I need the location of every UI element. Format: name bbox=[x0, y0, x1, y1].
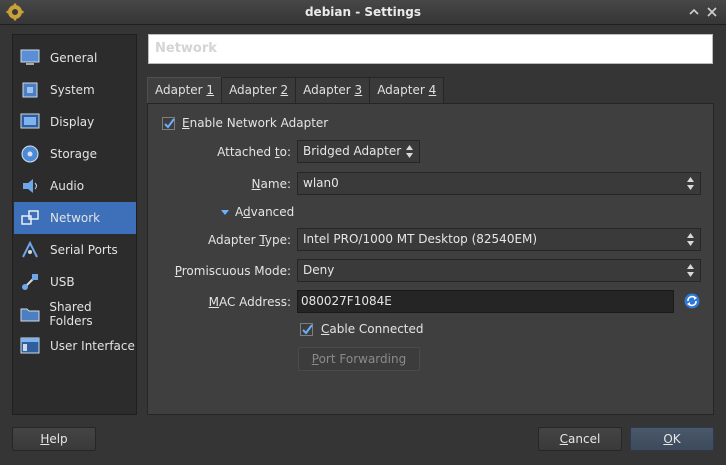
spin-arrows-icon bbox=[406, 145, 413, 158]
name-select[interactable]: wlan0 bbox=[297, 172, 701, 195]
checkmark-icon bbox=[302, 324, 313, 335]
advanced-label: Advanced bbox=[235, 205, 295, 219]
attached-to-select[interactable]: Bridged Adapter bbox=[297, 140, 420, 163]
tab-adapter-1[interactable]: Adapter 1 bbox=[147, 77, 223, 104]
name-label: Name: bbox=[251, 177, 291, 191]
sidebar-item-general[interactable]: General bbox=[14, 42, 136, 74]
sidebar-item-label: Network bbox=[50, 211, 101, 225]
sidebar-item-label: General bbox=[50, 51, 98, 65]
sidebar-item-label: Display bbox=[50, 115, 95, 129]
sidebar-item-serial-ports[interactable]: Serial Ports bbox=[14, 234, 136, 266]
sidebar-item-system[interactable]: System bbox=[14, 74, 136, 106]
help-button[interactable]: Help bbox=[12, 427, 96, 451]
tab-label: Adapter bbox=[229, 83, 281, 97]
window-title: debian - Settings bbox=[304, 5, 422, 19]
spin-arrows-icon bbox=[687, 177, 694, 190]
chevron-up-icon[interactable] bbox=[686, 4, 702, 20]
tab-label: Adapter bbox=[377, 83, 429, 97]
enable-adapter-label[interactable]: Enable Network Adapter bbox=[182, 116, 328, 130]
adapter-tabs: Adapter 1 Adapter 2 Adapter 3 Adapter 4 bbox=[147, 77, 445, 104]
tab-label-key: 3 bbox=[354, 83, 363, 97]
attached-to-value: Bridged Adapter bbox=[303, 144, 402, 158]
spin-arrows-icon bbox=[687, 233, 694, 246]
folder-icon bbox=[19, 303, 40, 325]
sidebar-item-label: USB bbox=[50, 275, 75, 289]
monitor-icon bbox=[19, 47, 41, 69]
sidebar-item-usb[interactable]: USB bbox=[14, 266, 136, 298]
tab-label-key: 1 bbox=[206, 83, 215, 97]
page-title: Network bbox=[148, 34, 713, 64]
attached-to-label: Attached to: bbox=[217, 145, 291, 159]
speaker-icon bbox=[19, 175, 41, 197]
sidebar-item-display[interactable]: Display bbox=[14, 106, 136, 138]
promiscuous-mode-select[interactable]: Deny bbox=[297, 259, 701, 282]
tab-label: Adapter bbox=[303, 83, 355, 97]
checkmark-icon bbox=[164, 118, 175, 129]
sidebar-item-label: Shared Folders bbox=[49, 300, 93, 328]
cancel-button[interactable]: Cancel bbox=[538, 427, 622, 451]
sidebar: General System Display Storage Audio Net… bbox=[12, 34, 137, 415]
sidebar-item-storage[interactable]: Storage bbox=[14, 138, 136, 170]
adapter-type-select[interactable]: Intel PRO/1000 MT Desktop (82540EM) bbox=[297, 228, 701, 251]
refresh-icon[interactable] bbox=[684, 293, 700, 309]
triangle-down-icon bbox=[221, 209, 229, 215]
sidebar-item-label: System bbox=[50, 83, 95, 97]
dialog-body: General System Display Storage Audio Net… bbox=[0, 25, 726, 465]
tab-label-key: 2 bbox=[280, 83, 289, 97]
adapter-type-label: Adapter Type: bbox=[207, 233, 291, 247]
display-icon bbox=[19, 111, 41, 133]
ok-button[interactable]: OK bbox=[630, 427, 714, 451]
sidebar-item-label: Serial Ports bbox=[50, 243, 118, 257]
close-icon[interactable] bbox=[704, 4, 720, 20]
adapter-type-value: Intel PRO/1000 MT Desktop (82540EM) bbox=[303, 232, 538, 246]
promiscuous-mode-value: Deny bbox=[303, 263, 335, 277]
tab-adapter-2[interactable]: Adapter 2 bbox=[221, 77, 297, 103]
spin-arrows-icon bbox=[687, 264, 694, 277]
name-value: wlan0 bbox=[303, 176, 339, 190]
tab-label: Adapter bbox=[155, 83, 207, 97]
usb-icon bbox=[19, 271, 41, 293]
tab-adapter-3[interactable]: Adapter 3 bbox=[295, 77, 371, 103]
sidebar-item-label: Storage bbox=[50, 147, 97, 161]
enable-adapter-checkbox[interactable] bbox=[162, 117, 175, 130]
sidebar-item-audio[interactable]: Audio bbox=[14, 170, 136, 202]
chip-icon bbox=[19, 79, 41, 101]
disk-icon bbox=[19, 143, 41, 165]
cable-connected-checkbox[interactable] bbox=[300, 323, 313, 336]
window-icon bbox=[19, 335, 41, 357]
promiscuous-mode-label: Promiscuous Mode: bbox=[174, 264, 291, 278]
sidebar-item-user-interface[interactable]: User Interface bbox=[14, 330, 136, 362]
sidebar-item-shared-folders[interactable]: Shared Folders bbox=[14, 298, 136, 330]
port-forwarding-button[interactable]: Port Forwarding bbox=[298, 347, 420, 371]
sidebar-item-network[interactable]: Network bbox=[14, 202, 136, 234]
title-bar[interactable]: debian - Settings bbox=[0, 0, 726, 25]
network-icon bbox=[19, 207, 41, 229]
sidebar-item-label: User Interface bbox=[50, 339, 135, 353]
sidebar-item-label: Audio bbox=[50, 179, 85, 193]
tab-label-key: 4 bbox=[428, 83, 437, 97]
mac-address-label: MAC Address: bbox=[208, 295, 291, 309]
cable-connected-label[interactable]: Cable Connected bbox=[321, 322, 424, 336]
serial-icon bbox=[19, 239, 41, 261]
advanced-expander[interactable]: Advanced bbox=[221, 205, 294, 219]
tab-adapter-4[interactable]: Adapter 4 bbox=[369, 77, 445, 103]
mac-address-field[interactable]: 080027F1084E bbox=[297, 290, 674, 313]
